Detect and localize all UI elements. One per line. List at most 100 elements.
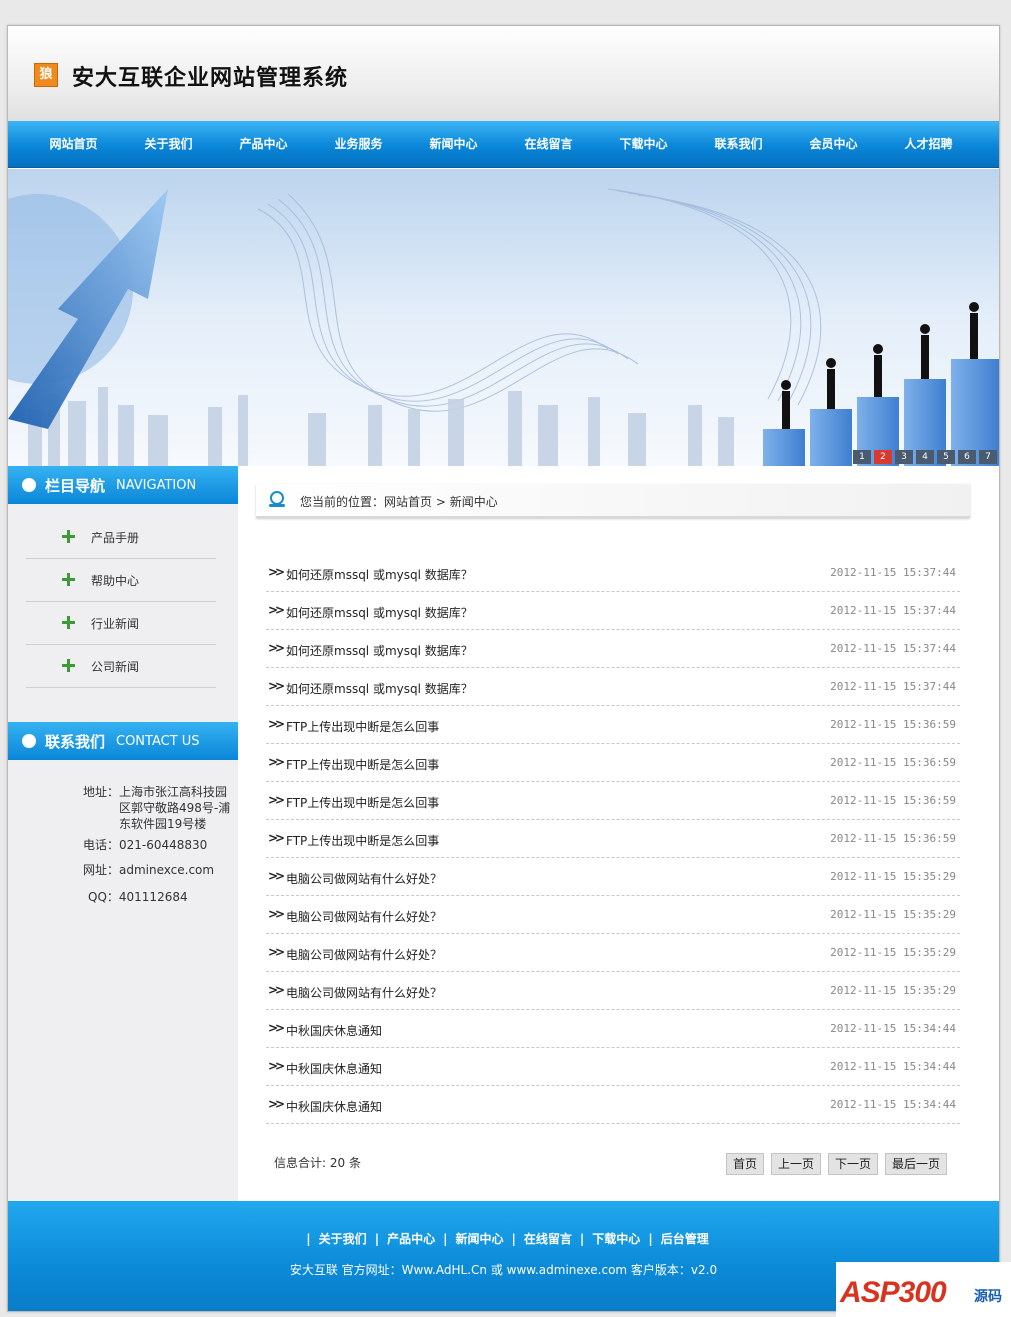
sidebar-item[interactable]: 行业新闻 bbox=[26, 602, 216, 645]
contact-phone: 电话：021-60448830 bbox=[83, 838, 208, 852]
double-chevron-right-icon: >> bbox=[268, 1097, 285, 1111]
nav-item[interactable]: 业务服务 bbox=[311, 121, 406, 167]
page-container: 狼 安大互联企业网站管理系统 网站首页 关于我们 产品中心 业务服务 新闻中心 在线留言下… bbox=[7, 25, 1000, 1312]
slide-indicator[interactable]: 5 bbox=[937, 450, 955, 464]
pager-button[interactable]: 最后一页 bbox=[884, 1153, 947, 1175]
plus-icon bbox=[62, 616, 75, 629]
news-date: 2012-11-15 15:36:59 bbox=[830, 794, 956, 807]
nav-item[interactable]: 人才招聘 bbox=[881, 121, 976, 167]
news-title-link[interactable]: 如何还原mssql 或mysql 数据库？ bbox=[286, 604, 473, 621]
news-title-link[interactable]: 如何还原mssql 或mysql 数据库？ bbox=[286, 566, 473, 583]
contact-web: 网址：adminexce.com bbox=[83, 863, 215, 877]
watermark-sub: 源码 bbox=[974, 1289, 1002, 1305]
slide-indicator[interactable]: 1 bbox=[853, 450, 871, 464]
nav-item[interactable]: 下载中心 bbox=[596, 121, 691, 167]
location-icon bbox=[269, 491, 285, 507]
site-title: 安大互联企业网站管理系统 bbox=[72, 66, 349, 91]
news-row: >> 电脑公司做网站有什么好处？ 2012-11-15 15:35:29 bbox=[266, 972, 960, 1010]
slide-indicator[interactable]: 2 bbox=[874, 450, 892, 464]
site-header: 狼 安大互联企业网站管理系统 bbox=[8, 26, 999, 121]
news-title-link[interactable]: 如何还原mssql 或mysql 数据库？ bbox=[286, 680, 473, 697]
news-date: 2012-11-15 15:35:29 bbox=[830, 870, 956, 883]
double-chevron-right-icon: >> bbox=[268, 603, 285, 617]
nav-item[interactable]: 新闻中心 bbox=[406, 121, 501, 167]
slide-indicator[interactable]: 4 bbox=[916, 450, 934, 464]
news-row: >> 如何还原mssql 或mysql 数据库？ 2012-11-15 15:37:… bbox=[266, 592, 960, 630]
footer-link[interactable]: 在线留言 bbox=[524, 1232, 572, 1246]
logo-icon: 狼 bbox=[34, 63, 58, 87]
double-chevron-right-icon: >> bbox=[268, 717, 285, 731]
pagination: 首页 上一页 下一页 最后一页 bbox=[719, 1153, 947, 1175]
news-title-link[interactable]: FTP上传出现中断是怎么回事 bbox=[286, 832, 439, 849]
slide-indicator[interactable]: 6 bbox=[958, 450, 976, 464]
sidebar-item[interactable]: 帮助中心 bbox=[26, 559, 216, 602]
news-date: 2012-11-15 15:35:29 bbox=[830, 946, 956, 959]
news-date: 2012-11-15 15:35:29 bbox=[830, 908, 956, 921]
double-chevron-right-icon: >> bbox=[268, 907, 285, 921]
breadcrumb: 您当前的位置：网站首页 > 新闻中心 bbox=[256, 484, 970, 518]
sidebar-item[interactable]: 产品手册 bbox=[26, 516, 216, 559]
news-date: 2012-11-15 15:34:44 bbox=[830, 1060, 956, 1073]
breadcrumb-current: 新闻中心 bbox=[449, 495, 498, 509]
address-line: 上海市张江高科技园 bbox=[119, 785, 228, 799]
sidebar: 栏目导航 NAVIGATION 产品手册 帮助中心 行业新闻 公司新闻 联系我们 CO… bbox=[8, 466, 238, 1201]
nav-item[interactable]: 会员中心 bbox=[786, 121, 881, 167]
news-date: 2012-11-15 15:36:59 bbox=[830, 718, 956, 731]
news-title-link[interactable]: FTP上传出现中断是怎么回事 bbox=[286, 794, 439, 811]
news-row: >> 电脑公司做网站有什么好处？ 2012-11-15 15:35:29 bbox=[266, 896, 960, 934]
nav-item[interactable]: 联系我们 bbox=[691, 121, 786, 167]
news-date: 2012-11-15 15:37:44 bbox=[830, 680, 956, 693]
double-chevron-right-icon: >> bbox=[268, 1021, 285, 1035]
news-title-link[interactable]: 中秋国庆休息通知 bbox=[286, 1022, 382, 1039]
footer-link[interactable]: 关于我们 bbox=[319, 1232, 367, 1246]
news-title-link[interactable]: 中秋国庆休息通知 bbox=[286, 1060, 382, 1077]
news-row: >> 如何还原mssql 或mysql 数据库？ 2012-11-15 15:37:… bbox=[266, 630, 960, 668]
news-date: 2012-11-15 15:36:59 bbox=[830, 832, 956, 845]
pager-button[interactable]: 首页 bbox=[725, 1153, 764, 1175]
address-line: 东软件园19号楼 bbox=[119, 817, 207, 831]
footer-link[interactable]: 下载中心 bbox=[592, 1232, 640, 1246]
slide-indicator[interactable]: 3 bbox=[895, 450, 913, 464]
breadcrumb-separator: > bbox=[432, 495, 450, 509]
footer-separator: | bbox=[579, 1232, 585, 1246]
news-title-link[interactable]: 电脑公司做网站有什么好处？ bbox=[286, 984, 442, 1001]
news-title-link[interactable]: 如何还原mssql 或mysql 数据库？ bbox=[286, 642, 473, 659]
footer-links: | 关于我们 | 产品中心 | 新闻中心 | 在线留言 | 下载中心 | 后台管理 bbox=[8, 1230, 999, 1247]
double-chevron-right-icon: >> bbox=[268, 565, 285, 579]
news-date: 2012-11-15 15:37:44 bbox=[830, 566, 956, 579]
news-list: >> 如何还原mssql 或mysql 数据库？ 2012-11-15 15:37:… bbox=[266, 554, 960, 1124]
news-date: 2012-11-15 15:35:29 bbox=[830, 984, 956, 997]
news-row: >> 如何还原mssql 或mysql 数据库？ 2012-11-15 15:37:… bbox=[266, 554, 960, 592]
news-row: >> FTP上传出现中断是怎么回事 2012-11-15 15:36:59 bbox=[266, 706, 960, 744]
pager-button[interactable]: 上一页 bbox=[770, 1153, 821, 1175]
news-title-link[interactable]: 中秋国庆休息通知 bbox=[286, 1098, 382, 1115]
footer-link[interactable]: 产品中心 bbox=[387, 1232, 435, 1246]
slide-indicator[interactable]: 7 bbox=[979, 450, 997, 464]
pager-button[interactable]: 下一页 bbox=[827, 1153, 878, 1175]
news-title-link[interactable]: FTP上传出现中断是怎么回事 bbox=[286, 756, 439, 773]
footer-link[interactable]: 新闻中心 bbox=[455, 1232, 503, 1246]
footer-separator: | bbox=[306, 1232, 311, 1246]
nav-item[interactable]: 在线留言 bbox=[501, 121, 596, 167]
nav-title-en: NAVIGATION bbox=[116, 478, 197, 493]
news-title-link[interactable]: FTP上传出现中断是怎么回事 bbox=[286, 718, 439, 735]
nav-item[interactable]: 关于我们 bbox=[121, 121, 216, 167]
footer-separator: | bbox=[648, 1232, 653, 1246]
bullet-icon bbox=[22, 734, 36, 748]
nav-item[interactable]: 产品中心 bbox=[216, 121, 311, 167]
nav-item[interactable]: 网站首页 bbox=[26, 121, 121, 167]
breadcrumb-home-link[interactable]: 网站首页 bbox=[384, 495, 432, 509]
news-date: 2012-11-15 15:37:44 bbox=[830, 642, 956, 655]
news-row: >> FTP上传出现中断是怎么回事 2012-11-15 15:36:59 bbox=[266, 820, 960, 858]
main-nav: 网站首页 关于我们 产品中心 业务服务 新闻中心 在线留言 下载中心 联系我们 会员中心 人才招聘 bbox=[8, 121, 999, 168]
sidebar-item-label: 帮助中心 bbox=[91, 574, 140, 588]
breadcrumb-prefix: 您当前的位置： bbox=[300, 495, 385, 509]
double-chevron-right-icon: >> bbox=[268, 831, 285, 845]
footer-separator: | bbox=[374, 1232, 380, 1246]
news-title-link[interactable]: 电脑公司做网站有什么好处？ bbox=[286, 870, 442, 887]
footer-link[interactable]: 后台管理 bbox=[661, 1232, 709, 1246]
news-title-link[interactable]: 电脑公司做网站有什么好处？ bbox=[286, 946, 442, 963]
news-title-link[interactable]: 电脑公司做网站有什么好处？ bbox=[286, 908, 442, 925]
banner-illustration bbox=[8, 169, 999, 466]
sidebar-item[interactable]: 公司新闻 bbox=[26, 645, 216, 688]
